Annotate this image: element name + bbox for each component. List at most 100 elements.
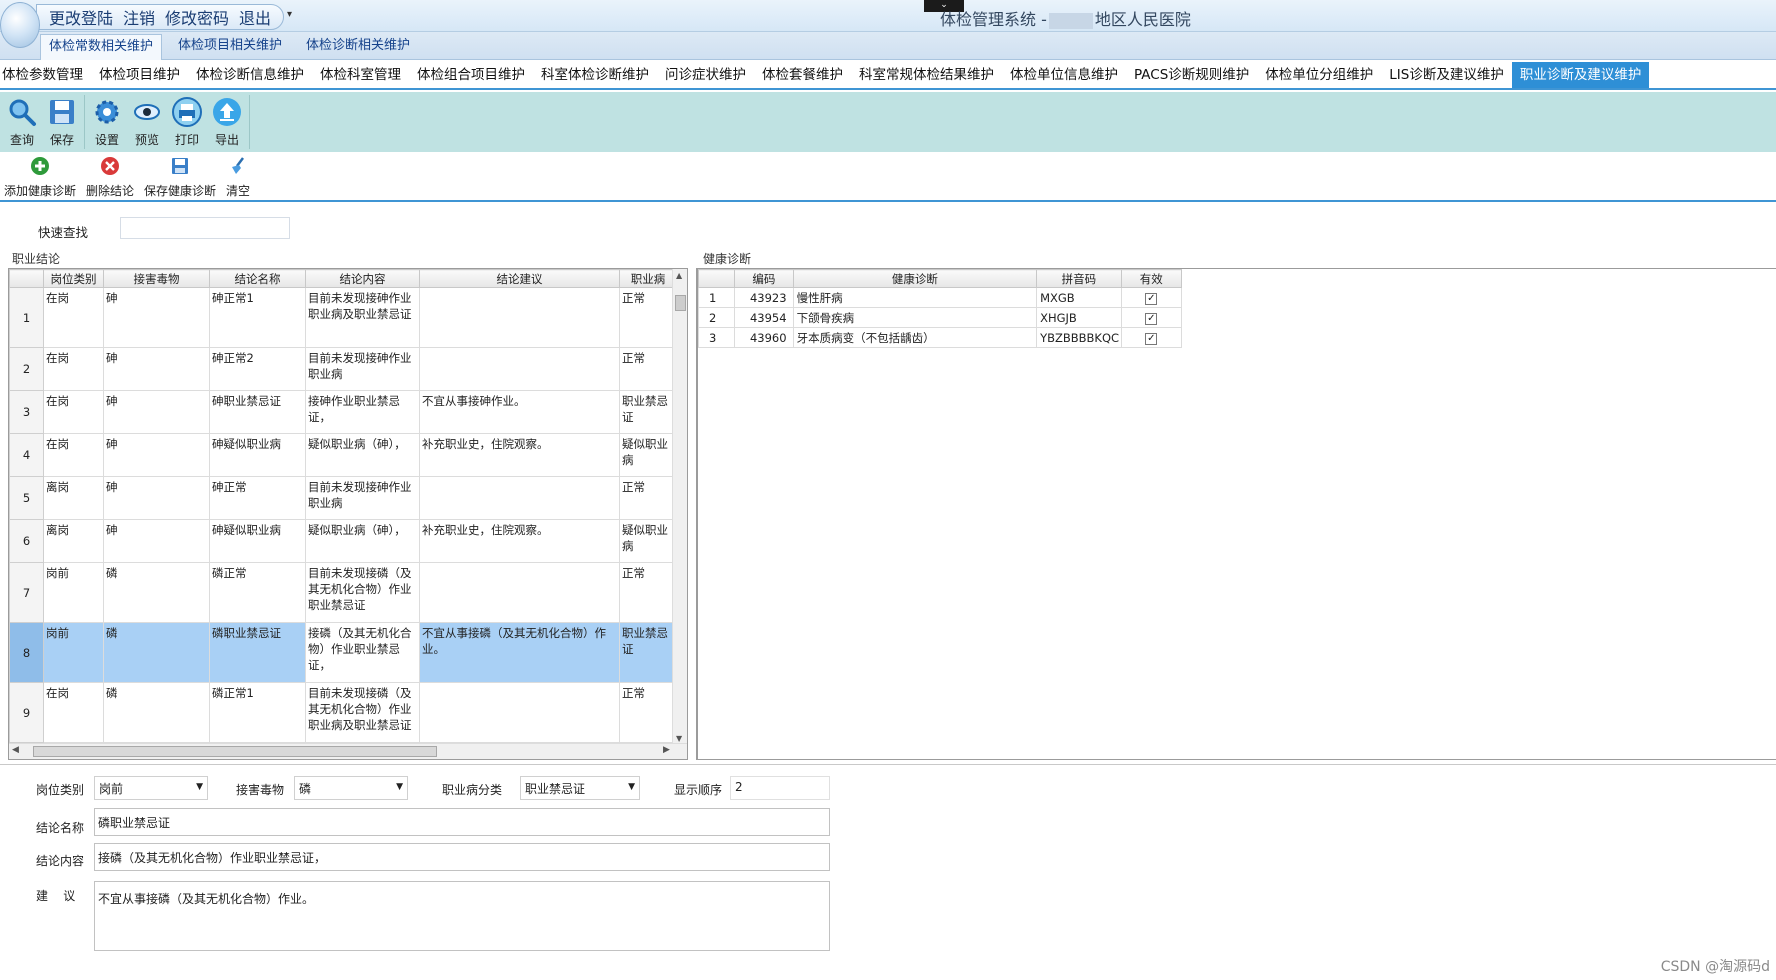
post-cell[interactable]: 离岗: [43, 519, 104, 563]
class-cell[interactable]: 疑似职业病: [619, 433, 677, 477]
module-tab[interactable]: 科室体检诊断维护: [533, 62, 657, 88]
content-cell[interactable]: 目前未发现接磷（及其无机化合物）作业职业禁忌证: [305, 562, 420, 623]
advice-cell[interactable]: [419, 347, 620, 391]
toxin-cell[interactable]: 砷: [103, 390, 210, 434]
module-tab-active[interactable]: 职业诊断及建议维护: [1511, 62, 1650, 88]
module-tab[interactable]: 体检组合项目维护: [409, 62, 533, 88]
delete-conclusion-button[interactable]: 删除结论: [86, 152, 134, 200]
table-row[interactable]: 3 在岗 砷 砷职业禁忌证 接砷作业职业禁忌证， 不宜从事接砷作业。 职业禁忌证: [9, 390, 677, 434]
content-cell[interactable]: 目前未发现接磷（及其无机化合物）作业职业病及职业禁忌证: [305, 682, 420, 743]
chevron-down-icon[interactable]: ▼: [396, 782, 403, 792]
code-cell[interactable]: 43954: [734, 307, 794, 328]
module-tab[interactable]: 体检参数管理: [0, 62, 91, 88]
diagnosis-name-cell[interactable]: 慢性肝病: [792, 287, 1038, 308]
post-cell[interactable]: 在岗: [43, 287, 104, 348]
column-header[interactable]: 结论内容: [305, 269, 420, 288]
save-button[interactable]: 保存: [42, 92, 82, 152]
settings-button[interactable]: 设置: [87, 92, 127, 152]
table-row[interactable]: 2 在岗 砷 砷正常2 目前未发现接砷作业职业病 正常: [9, 347, 677, 391]
post-cell[interactable]: 在岗: [43, 433, 104, 477]
table-row-selected[interactable]: 8 岗前 磷 磷职业禁忌证 接磷（及其无机化合物）作业职业禁忌证， 不宜从事接磷…: [9, 622, 677, 683]
table-row[interactable]: 4 在岗 砷 砷疑似职业病 疑似职业病（砷）， 补充职业史，住院观察。 疑似职业…: [9, 433, 677, 477]
advice-cell[interactable]: [419, 562, 620, 623]
column-header[interactable]: 编码: [734, 269, 794, 288]
name-cell[interactable]: 砷疑似职业病: [209, 433, 306, 477]
advice-cell[interactable]: 补充职业史，住院观察。: [419, 519, 620, 563]
class-cell[interactable]: 职业禁忌证: [619, 390, 677, 434]
table-row[interactable]: 9 在岗 磷 磷正常1 目前未发现接磷（及其无机化合物）作业职业病及职业禁忌证 …: [9, 682, 677, 743]
content-cell[interactable]: 目前未发现接砷作业职业病: [305, 476, 420, 520]
module-tab[interactable]: 问诊症状维护: [657, 62, 754, 88]
valid-checkbox[interactable]: ✓: [1145, 313, 1158, 325]
module-tab[interactable]: 体检项目维护: [91, 62, 188, 88]
pinyin-cell[interactable]: MXGB: [1036, 287, 1122, 308]
application-menu-button[interactable]: [0, 2, 40, 48]
vertical-scrollbar[interactable]: ▲ ▼: [672, 269, 687, 745]
valid-cell[interactable]: ✓: [1120, 327, 1183, 348]
diagnosis-grid[interactable]: 编码 健康诊断 拼音码 有效 1 43923 慢性肝病 MXGB ✓ 2 439…: [696, 268, 1776, 760]
diagnosis-name-cell[interactable]: 下颌骨疾病: [792, 307, 1038, 328]
tab-constants[interactable]: 体检常数相关维护: [40, 34, 163, 60]
change-password-link[interactable]: 修改密码: [165, 5, 229, 29]
module-tab[interactable]: LIS诊断及建议维护: [1381, 62, 1512, 88]
content-cell[interactable]: 疑似职业病（砷），: [305, 433, 420, 477]
class-cell[interactable]: 正常: [619, 476, 677, 520]
add-diagnosis-button[interactable]: 添加健康诊断: [4, 152, 76, 200]
valid-checkbox[interactable]: ✓: [1145, 333, 1158, 345]
advice-cell[interactable]: [419, 476, 620, 520]
column-header[interactable]: 健康诊断: [792, 269, 1038, 288]
order-input[interactable]: 2: [730, 776, 830, 800]
conclusion-content-input[interactable]: 接磷（及其无机化合物）作业职业禁忌证，: [94, 843, 830, 871]
column-header[interactable]: 结论建议: [419, 269, 620, 288]
post-cell[interactable]: 在岗: [43, 347, 104, 391]
toxin-select[interactable]: 磷 ▼: [294, 776, 408, 800]
tab-items[interactable]: 体检项目相关维护: [170, 34, 290, 60]
content-cell[interactable]: 目前未发现接砷作业职业病及职业禁忌证: [305, 287, 420, 348]
name-cell[interactable]: 磷职业禁忌证: [209, 622, 306, 683]
toxin-cell[interactable]: 磷: [103, 682, 210, 743]
toxin-cell[interactable]: 砷: [103, 519, 210, 563]
quick-search-input[interactable]: [120, 217, 290, 239]
column-header[interactable]: 结论名称: [209, 269, 306, 288]
class-select[interactable]: 职业禁忌证 ▼: [520, 776, 640, 800]
conclusion-name-input[interactable]: 磷职业禁忌证: [94, 808, 830, 836]
query-button[interactable]: 查询: [2, 92, 42, 152]
code-cell[interactable]: 43923: [734, 287, 794, 308]
module-tab[interactable]: 体检套餐维护: [754, 62, 851, 88]
module-tab[interactable]: 体检诊断信息维护: [188, 62, 312, 88]
clear-button[interactable]: 清空: [226, 152, 250, 200]
qat-dropdown-icon[interactable]: ▾: [287, 9, 292, 20]
module-tab[interactable]: PACS诊断规则维护: [1126, 62, 1257, 88]
column-header[interactable]: 职业病: [619, 269, 677, 288]
logout-link[interactable]: 注销: [123, 5, 155, 29]
class-cell[interactable]: 正常: [619, 287, 677, 348]
print-button[interactable]: 打印: [167, 92, 207, 152]
pinyin-cell[interactable]: YBZBBBBKQC: [1036, 327, 1122, 348]
toxin-cell[interactable]: 砷: [103, 347, 210, 391]
name-cell[interactable]: 砷正常1: [209, 287, 306, 348]
class-cell[interactable]: 正常: [619, 347, 677, 391]
advice-cell[interactable]: [419, 287, 620, 348]
column-header[interactable]: 接害毒物: [103, 269, 210, 288]
advice-cell[interactable]: 补充职业史，住院观察。: [419, 433, 620, 477]
advice-cell[interactable]: 不宜从事接磷（及其无机化合物）作业。: [419, 622, 620, 683]
toxin-cell[interactable]: 砷: [103, 287, 210, 348]
content-cell[interactable]: 接砷作业职业禁忌证，: [305, 390, 420, 434]
name-cell[interactable]: 磷正常1: [209, 682, 306, 743]
table-row[interactable]: 1 43923 慢性肝病 MXGB ✓: [697, 287, 1183, 308]
advice-cell[interactable]: 不宜从事接砷作业。: [419, 390, 620, 434]
diagnosis-name-cell[interactable]: 牙本质病变（不包括龋齿）: [792, 327, 1038, 348]
valid-cell[interactable]: ✓: [1120, 307, 1183, 328]
name-cell[interactable]: 砷职业禁忌证: [209, 390, 306, 434]
scroll-up-icon[interactable]: ▲: [676, 271, 682, 280]
module-tab[interactable]: 体检单位信息维护: [1002, 62, 1126, 88]
scroll-thumb[interactable]: [675, 295, 686, 311]
toxin-cell[interactable]: 砷: [103, 476, 210, 520]
name-cell[interactable]: 砷正常2: [209, 347, 306, 391]
exit-link[interactable]: 退出: [239, 5, 271, 29]
conclusion-grid[interactable]: 岗位类别 接害毒物 结论名称 结论内容 结论建议 职业病 1 在岗 砷 砷正常1…: [8, 268, 688, 760]
column-header[interactable]: 拼音码: [1036, 269, 1122, 288]
save-diagnosis-button[interactable]: 保存健康诊断: [144, 152, 216, 200]
class-cell[interactable]: 正常: [619, 682, 677, 743]
name-cell[interactable]: 砷疑似职业病: [209, 519, 306, 563]
